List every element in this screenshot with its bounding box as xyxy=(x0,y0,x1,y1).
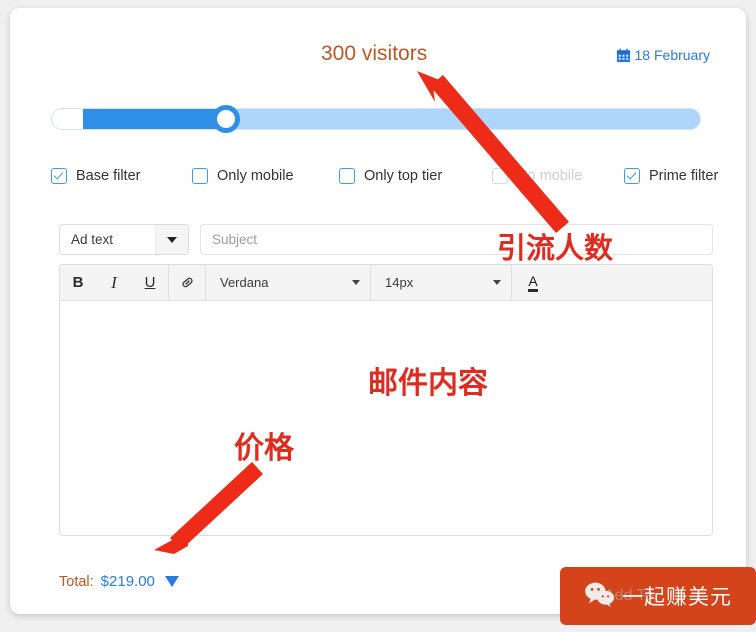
total-row: Total: $219.00 xyxy=(59,573,179,590)
font-size-select[interactable]: 14px xyxy=(371,265,511,300)
checkbox-label: Prime filter xyxy=(649,168,719,184)
triangle-down-icon[interactable] xyxy=(164,576,179,587)
wechat-icon xyxy=(584,581,616,612)
font-family-value: Verdana xyxy=(220,275,269,290)
text-color-glyph: A xyxy=(528,274,538,292)
slider-track[interactable] xyxy=(51,108,701,130)
chevron-down-icon xyxy=(352,280,360,285)
checkbox-box[interactable] xyxy=(339,168,355,184)
slider-thumb[interactable] xyxy=(212,105,240,133)
ad-type-select[interactable]: Ad text xyxy=(59,224,189,255)
checkbox-only-top-tier[interactable]: Only top tier xyxy=(339,168,442,184)
checkbox-base-filter[interactable]: Base filter xyxy=(51,168,140,184)
checkbox-label: Only top tier xyxy=(364,168,443,184)
slider-fill xyxy=(83,109,228,129)
checkbox-label: Base filter xyxy=(76,168,141,184)
checkbox-label: No mobile xyxy=(517,168,583,184)
underline-button[interactable]: U xyxy=(132,265,168,300)
checkbox-prime-filter[interactable]: Prime filter xyxy=(624,168,718,184)
total-value[interactable]: $219.00 xyxy=(101,573,155,590)
date-chip[interactable]: 18 February xyxy=(616,47,710,63)
visitors-slider[interactable] xyxy=(51,105,701,134)
link-icon[interactable] xyxy=(169,265,205,300)
editor-body[interactable] xyxy=(60,301,712,535)
checkbox-no-mobile: No mobile xyxy=(492,168,582,184)
ad-type-value: Ad text xyxy=(71,232,114,247)
total-label: Total: xyxy=(59,573,94,590)
header-row: 300 visitors 18 February xyxy=(10,42,746,74)
watermark-text: 一起赚美元 xyxy=(622,585,732,609)
italic-button[interactable]: I xyxy=(96,265,132,300)
slider-track-start xyxy=(52,109,83,129)
checkbox-box xyxy=(492,168,508,184)
checkbox-label: Only mobile xyxy=(217,168,294,184)
form-row: Ad text xyxy=(59,224,713,255)
filter-checkbox-row: Base filter Only mobile Only top tier No… xyxy=(51,168,718,194)
checkbox-box[interactable] xyxy=(624,168,640,184)
subject-input[interactable] xyxy=(200,224,713,255)
checkbox-only-mobile[interactable]: Only mobile xyxy=(192,168,294,184)
calendar-icon xyxy=(616,48,631,63)
font-family-select[interactable]: Verdana xyxy=(206,265,370,300)
editor-toolbar: B I U Verdana 14px A xyxy=(60,265,712,301)
text-color-button[interactable]: A xyxy=(512,265,562,300)
font-size-value: 14px xyxy=(385,275,414,290)
visitors-count-label: 300 visitors xyxy=(321,42,428,65)
main-card: 300 visitors 18 February Base filter Onl… xyxy=(10,8,746,614)
chevron-down-icon xyxy=(493,280,501,285)
checkbox-box[interactable] xyxy=(51,168,67,184)
checkbox-box[interactable] xyxy=(192,168,208,184)
bold-button[interactable]: B xyxy=(60,265,96,300)
date-label: 18 February xyxy=(634,47,710,63)
chevron-down-icon[interactable] xyxy=(155,225,188,254)
email-editor: B I U Verdana 14px A xyxy=(59,264,713,536)
watermark-badge: Add To 一起赚美元 xyxy=(560,567,756,625)
